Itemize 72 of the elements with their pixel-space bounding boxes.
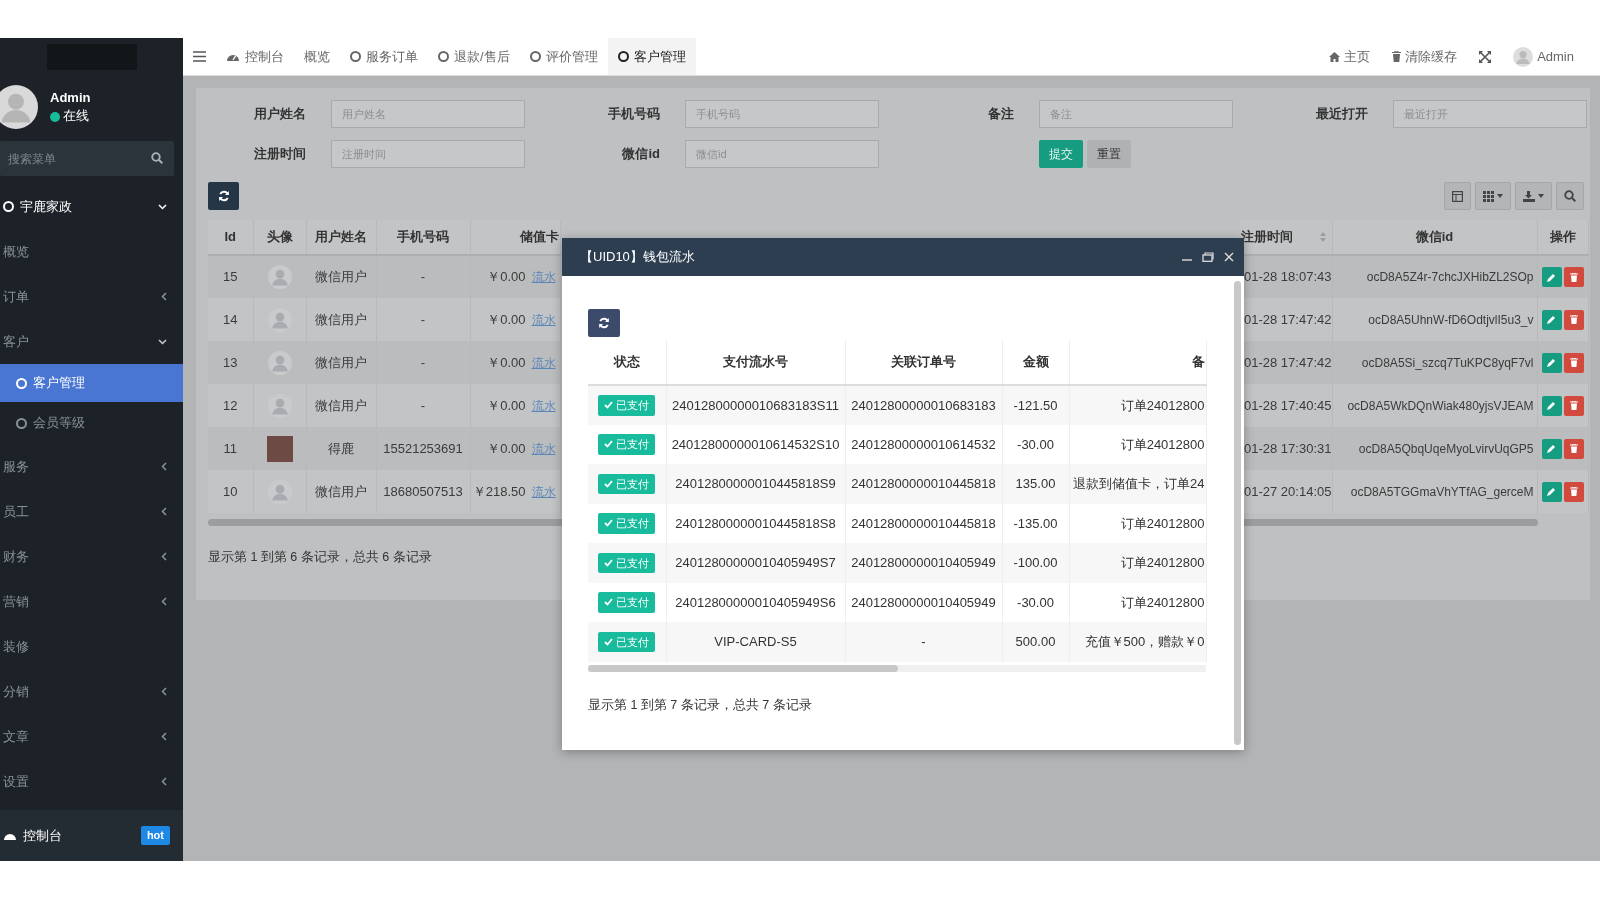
column-header: 储值卡 — [470, 220, 560, 255]
dialog-title: 【UID10】钱包流水 — [580, 248, 695, 267]
table-cell: 微信用户 — [306, 341, 376, 384]
table-cell: ocD8A5QbqUqeMyoLvirvUqGP5 — [1332, 427, 1537, 470]
table-cell: ￥0.00 — [487, 269, 526, 285]
column-header: 用户姓名 — [306, 220, 376, 255]
status-badge: 已支付 — [598, 552, 656, 573]
table-cell: - — [376, 341, 470, 384]
table-cell: - — [845, 622, 1002, 662]
column-header: 头像 — [253, 220, 306, 255]
status-badge: 已支付 — [598, 631, 656, 652]
table-cell: ocD8A5Si_szcq7TuKPC8yqF7vl — [1332, 341, 1537, 384]
column-header: 操作 — [1537, 220, 1588, 255]
table-cell: 12 — [208, 384, 253, 427]
table-cell: 11 — [208, 427, 253, 470]
table-cell: 135.00 — [1002, 464, 1069, 504]
status-badge: 已支付 — [598, 434, 656, 455]
table-cell: ￥0.00 — [487, 311, 526, 327]
table-cell: -121.50 — [1002, 385, 1069, 425]
table-cell: 微信用户 — [306, 470, 376, 513]
table-cell: 24012800000010405949S7 — [666, 543, 845, 583]
table-cell: 退款到储值卡，订单24 — [1069, 464, 1206, 504]
field-label: 注册时间 — [253, 145, 307, 164]
table-cell: - — [376, 384, 470, 427]
table-cell: 订单24012800 — [1069, 543, 1206, 583]
table-cell: 微信用户 — [306, 298, 376, 341]
status-text: 在线 — [63, 108, 89, 126]
table-cell: ocD8A5UhnW-fD6OdtjvlI5u3_v — [1332, 298, 1537, 341]
status-badge: 已支付 — [598, 473, 656, 494]
table-cell: ocD8A5WkDQnWiak480yjsVJEAM — [1332, 384, 1537, 427]
table-cell: - — [376, 255, 470, 298]
table-cell: 微信用户 — [306, 384, 376, 427]
table-cell: ￥0.00 — [487, 397, 526, 413]
pagination-text: 显示第 1 到第 7 条记录，总共 7 条记录 — [588, 696, 812, 714]
status-badge: 已支付 — [598, 592, 656, 613]
table-cell: - — [376, 298, 470, 341]
table-cell: 24012800000010683183S11 — [666, 385, 845, 425]
table-cell: ￥0.00 — [487, 440, 526, 456]
table-cell: 24012800000010683183 — [845, 385, 1002, 425]
table-cell: -100.00 — [1002, 543, 1069, 583]
field-label: 备注 — [987, 105, 1015, 124]
table-cell: 订单24012800 — [1069, 385, 1206, 425]
table-cell: 15 — [208, 255, 253, 298]
table-cell: 24012800000010445818 — [845, 464, 1002, 504]
table-cell: ￥218.50 — [472, 483, 526, 499]
table-cell: 14 — [208, 298, 253, 341]
table-cell: 充值￥500，赠款￥0 — [1069, 622, 1206, 662]
table-cell: 15521253691 — [376, 427, 470, 470]
table-cell: 24012800000010445818S9 — [666, 464, 845, 504]
field-label: 手机号码 — [607, 105, 661, 124]
table-cell: 24012800000010405949 — [845, 543, 1002, 583]
hot-badge: hot — [140, 826, 170, 845]
table-cell: 微信用户 — [306, 255, 376, 298]
table-cell: 13 — [208, 341, 253, 384]
field-label: 微信id — [621, 145, 661, 164]
table-cell: ocD8A5TGGmaVhYTfAG_gerceM — [1332, 470, 1537, 513]
column-header: 手机号码 — [376, 220, 470, 255]
status-badge: 已支付 — [598, 513, 656, 534]
table-cell: ocD8A5Z4r-7chcJXHibZL2SOp — [1332, 255, 1537, 298]
table-cell: 18680507513 — [376, 470, 470, 513]
column-header: 微信id — [1332, 220, 1537, 255]
table-cell: ￥0.00 — [487, 354, 526, 370]
table-cell: 10 — [208, 470, 253, 513]
table-cell: VIP-CARD-S5 — [666, 622, 845, 662]
column-header: Id — [208, 220, 253, 255]
table-cell: 得鹿 — [306, 427, 376, 470]
table-cell: 500.00 — [1002, 622, 1069, 662]
pagination-text: 显示第 1 到第 6 条记录，总共 6 条记录 — [208, 549, 432, 566]
field-label: 最近打开 — [1315, 105, 1369, 124]
user-name: Admin — [50, 88, 91, 107]
field-label: 用户姓名 — [253, 105, 307, 124]
status-badge: 已支付 — [598, 395, 656, 416]
